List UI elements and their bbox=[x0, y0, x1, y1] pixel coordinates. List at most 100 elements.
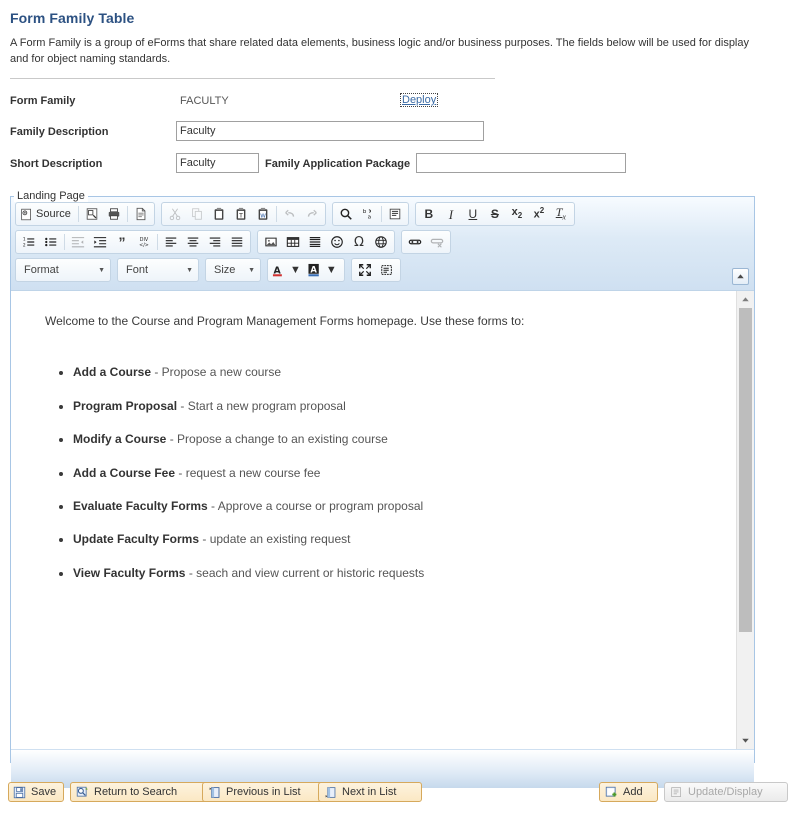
indent-button[interactable] bbox=[89, 232, 111, 252]
text-color-button[interactable]: A ▼ bbox=[270, 260, 306, 280]
short-description-input[interactable] bbox=[176, 153, 259, 173]
outdent-button[interactable] bbox=[67, 232, 89, 252]
page-description: A Form Family is a group of eForms that … bbox=[10, 37, 749, 65]
image-button[interactable] bbox=[260, 232, 282, 252]
toolbar-group-find: ba bbox=[331, 202, 409, 226]
copy-button[interactable] bbox=[186, 204, 208, 224]
chevron-down-icon: ▼ bbox=[325, 263, 337, 276]
numbered-list-button[interactable]: 12 bbox=[18, 232, 40, 252]
return-to-search-button[interactable]: Return to Search bbox=[70, 782, 208, 802]
print-button[interactable] bbox=[103, 204, 125, 224]
link-button[interactable] bbox=[404, 232, 426, 252]
remove-format-button[interactable]: Tx bbox=[550, 204, 572, 224]
toolbar-separator bbox=[77, 206, 79, 222]
source-button[interactable]: Source bbox=[18, 204, 76, 224]
smiley-button[interactable] bbox=[326, 232, 348, 252]
family-description-input[interactable] bbox=[176, 121, 484, 141]
svg-text:1: 1 bbox=[23, 237, 26, 243]
underline-button[interactable]: U bbox=[462, 204, 484, 224]
align-left-button[interactable] bbox=[160, 232, 182, 252]
paste-text-button[interactable]: T bbox=[230, 204, 252, 224]
special-char-button[interactable]: Ω bbox=[348, 232, 370, 252]
toolbar-row-1: Source T W b a B I U S x2 x2 Tx bbox=[15, 202, 750, 226]
find-button[interactable] bbox=[335, 204, 357, 224]
table-button[interactable] bbox=[282, 232, 304, 252]
paste-word-button[interactable]: W bbox=[252, 204, 274, 224]
list-item-term: Add a Course bbox=[73, 365, 152, 380]
subscript-button[interactable]: x2 bbox=[506, 204, 528, 224]
previous-in-list-icon bbox=[207, 785, 221, 799]
horizontal-rule-button[interactable] bbox=[304, 232, 326, 252]
strikethrough-button[interactable]: S bbox=[484, 204, 506, 224]
family-description-row: Family Description bbox=[0, 121, 797, 151]
toolbar-group-document: Source bbox=[15, 202, 155, 226]
format-dropdown[interactable]: Format ▼ bbox=[15, 258, 111, 282]
list-item-desc: - update an existing request bbox=[199, 532, 351, 547]
family-application-package-input[interactable] bbox=[416, 153, 626, 173]
editor-document[interactable]: Welcome to the Course and Program Manage… bbox=[11, 291, 754, 582]
justify-button[interactable] bbox=[226, 232, 248, 252]
scrollbar-thumb[interactable] bbox=[739, 308, 752, 632]
select-all-button[interactable] bbox=[384, 204, 406, 224]
list-item-term: Add a Course Fee bbox=[73, 465, 176, 480]
editor-vertical-scrollbar[interactable] bbox=[736, 291, 754, 749]
collapse-toolbar-button[interactable] bbox=[732, 268, 749, 285]
bold-button[interactable]: B bbox=[418, 204, 440, 224]
chevron-down-icon: ▼ bbox=[290, 263, 301, 276]
next-in-list-button[interactable]: Next in List bbox=[318, 782, 422, 802]
editor-form-list: Add a Course - Propose a new course Prog… bbox=[35, 364, 730, 582]
page-break-button[interactable] bbox=[370, 232, 392, 252]
redo-button[interactable] bbox=[301, 204, 323, 224]
list-item-term: Modify a Course bbox=[73, 432, 167, 447]
new-page-button[interactable] bbox=[130, 204, 152, 224]
scroll-up-arrow-icon[interactable] bbox=[737, 291, 754, 308]
blockquote-button[interactable]: ” bbox=[111, 232, 133, 252]
svg-text:A: A bbox=[310, 264, 317, 274]
font-dropdown[interactable]: Font ▼ bbox=[117, 258, 199, 282]
scroll-down-arrow-icon[interactable] bbox=[737, 732, 754, 749]
page-title: Form Family Table bbox=[10, 10, 135, 26]
update-display-button[interactable]: Update/Display bbox=[664, 782, 788, 802]
list-item: Evaluate Faculty Forms - Approve a cours… bbox=[73, 498, 730, 515]
toolbar-row-2: 12 ” DIV </> Ω bbox=[15, 230, 750, 254]
list-item: Program Proposal - Start a new program p… bbox=[73, 398, 730, 415]
align-right-button[interactable] bbox=[204, 232, 226, 252]
form-family-label: Form Family bbox=[10, 95, 76, 107]
add-button[interactable]: Add bbox=[599, 782, 658, 802]
background-color-button[interactable]: A ▼ bbox=[306, 260, 342, 280]
list-item-term: Program Proposal bbox=[73, 398, 178, 413]
list-item: Update Faculty Forms - update an existin… bbox=[73, 531, 730, 548]
action-button-bar: Save Return to Search Previous in List N… bbox=[0, 782, 797, 804]
bulleted-list-button[interactable] bbox=[40, 232, 62, 252]
previous-in-list-button[interactable]: Previous in List bbox=[202, 782, 324, 802]
save-button[interactable]: Save bbox=[8, 782, 64, 802]
add-button-label: Add bbox=[623, 786, 643, 798]
next-in-list-icon bbox=[323, 785, 337, 799]
deploy-link[interactable]: Deploy bbox=[399, 93, 439, 107]
italic-button[interactable]: I bbox=[440, 204, 462, 224]
maximize-button[interactable] bbox=[354, 260, 376, 280]
chevron-down-icon: ▼ bbox=[98, 266, 105, 274]
list-item-desc: - seach and view current or historic req… bbox=[185, 565, 425, 580]
header-divider bbox=[10, 78, 495, 79]
unlink-button[interactable] bbox=[426, 232, 448, 252]
size-dropdown[interactable]: Size ▼ bbox=[205, 258, 261, 282]
list-item-term: Update Faculty Forms bbox=[73, 532, 200, 547]
family-description-label: Family Description bbox=[10, 126, 109, 138]
svg-text:2: 2 bbox=[23, 242, 26, 248]
div-container-button[interactable]: DIV </> bbox=[133, 232, 155, 252]
editor-content-area[interactable]: Welcome to the Course and Program Manage… bbox=[11, 291, 754, 749]
toolbar-separator bbox=[275, 206, 277, 222]
update-display-button-label: Update/Display bbox=[688, 786, 763, 798]
return-to-search-button-label: Return to Search bbox=[94, 786, 178, 798]
cut-button[interactable] bbox=[164, 204, 186, 224]
align-center-button[interactable] bbox=[182, 232, 204, 252]
paste-button[interactable] bbox=[208, 204, 230, 224]
undo-button[interactable] bbox=[279, 204, 301, 224]
replace-button[interactable]: ba bbox=[357, 204, 379, 224]
templates-button[interactable] bbox=[81, 204, 103, 224]
toolbar-separator bbox=[126, 206, 128, 222]
format-dropdown-label: Format bbox=[24, 264, 59, 276]
superscript-button[interactable]: x2 bbox=[528, 204, 550, 224]
show-blocks-button[interactable] bbox=[376, 260, 398, 280]
